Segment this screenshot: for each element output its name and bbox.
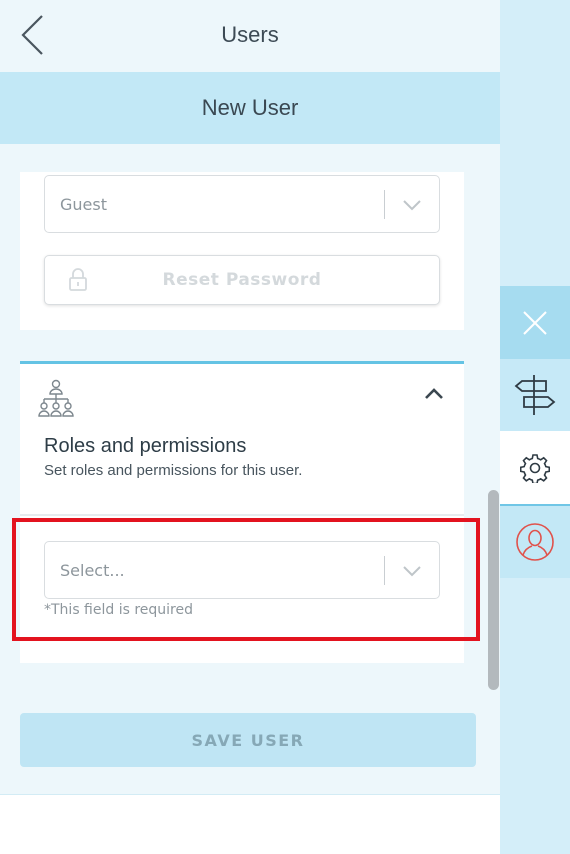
roles-select[interactable]: Select... [44, 541, 440, 599]
main-panel: Users New User Guest Reset Password Role… [0, 0, 500, 854]
rail-user-button[interactable] [500, 504, 570, 578]
roles-subtitle: Set roles and permissions for this user. [44, 462, 303, 479]
subheader-title: New User [201, 95, 299, 120]
org-chart-icon [38, 379, 74, 417]
chevron-down-icon[interactable] [401, 197, 423, 213]
role-select[interactable]: Guest [44, 175, 440, 233]
reset-password-button[interactable]: Reset Password [44, 255, 440, 305]
roles-title: Roles and permissions [44, 435, 247, 457]
select-separator [384, 556, 385, 585]
top-bar: Users [0, 0, 500, 72]
rail-settings-button[interactable] [500, 431, 570, 504]
page-title: Users [221, 22, 279, 47]
role-select-value: Guest [60, 195, 107, 214]
chevron-up-icon[interactable] [422, 384, 446, 404]
card-divider [20, 514, 464, 516]
required-field-message: *This field is required [44, 602, 194, 618]
select-separator [384, 190, 385, 219]
scrollbar[interactable] [488, 490, 499, 690]
rail-close-button[interactable] [500, 286, 570, 359]
reset-password-label: Reset Password [162, 270, 322, 290]
signpost-icon [514, 375, 556, 415]
gear-icon [520, 453, 550, 483]
save-user-button[interactable]: SAVE USER [20, 713, 476, 767]
bottom-divider [0, 794, 500, 795]
subheader: New User [0, 72, 500, 144]
roles-card: Roles and permissions Set roles and perm… [20, 361, 464, 663]
user-avatar-icon [516, 523, 554, 561]
account-card: Guest Reset Password [20, 172, 464, 330]
side-rail [500, 0, 570, 854]
chevron-down-icon[interactable] [401, 563, 423, 579]
roles-select-placeholder: Select... [60, 561, 125, 580]
save-user-label: SAVE USER [191, 730, 305, 750]
rail-signpost-button[interactable] [500, 359, 570, 431]
close-icon [523, 310, 547, 335]
